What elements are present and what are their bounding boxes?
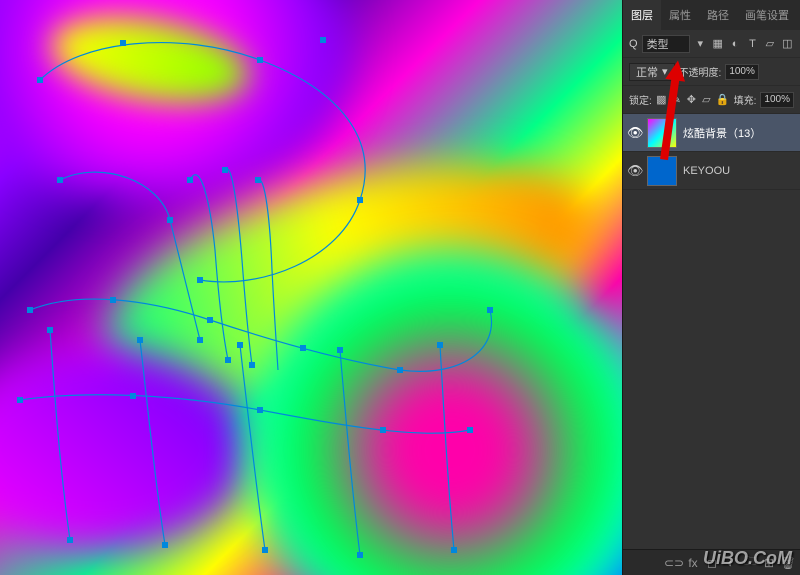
fill-value[interactable]: 100%	[760, 92, 794, 108]
image-filter-icon[interactable]: ▦	[711, 36, 724, 51]
layer-item-2[interactable]: 👁 KEYOOU	[623, 152, 800, 190]
lock-move-icon[interactable]: ✥	[686, 92, 697, 107]
tab-properties[interactable]: 属性	[661, 0, 699, 30]
layer-fx-icon[interactable]: fx	[685, 555, 701, 570]
layer-type-filter[interactable]	[642, 35, 690, 53]
lock-transparent-icon[interactable]: ▩	[656, 92, 667, 107]
tab-layers[interactable]: 图层	[623, 0, 661, 30]
smart-filter-icon[interactable]: ◫	[781, 36, 794, 51]
link-layers-icon[interactable]: ⊂⊃	[666, 555, 682, 570]
shape-filter-icon[interactable]: ▱	[763, 36, 776, 51]
lock-brush-icon[interactable]: ✎	[671, 92, 682, 107]
filter-row: Q ▾ ▦ ◐ T ▱ ◫	[623, 30, 800, 58]
layer-item-1[interactable]: 👁 炫酷背景（13）	[623, 114, 800, 152]
layers-panel: 图层 属性 路径 画笔设置 Q ▾ ▦ ◐ T ▱ ◫ 正常▾ 不透明度: 10…	[622, 0, 800, 575]
tab-brush[interactable]: 画笔设置	[737, 0, 797, 30]
blend-mode-select[interactable]: 正常▾	[629, 63, 675, 81]
opacity-value[interactable]: 100%	[725, 64, 759, 80]
lock-row: 锁定: ▩ ✎ ✥ ▱ 🔒 填充: 100%	[623, 86, 800, 114]
search-prefix: Q	[629, 38, 638, 50]
tab-paths[interactable]: 路径	[699, 0, 737, 30]
fill-label: 填充:	[734, 92, 757, 107]
canvas-area[interactable]	[0, 0, 624, 575]
blend-row: 正常▾ 不透明度: 100%	[623, 58, 800, 86]
type-filter-icon[interactable]: T	[746, 36, 759, 51]
panel-tabs: 图层 属性 路径 画笔设置	[623, 0, 800, 30]
layer-name[interactable]: 炫酷背景（13）	[683, 125, 761, 141]
layer-name[interactable]: KEYOOU	[683, 165, 730, 177]
layer-thumbnail[interactable]	[647, 156, 677, 186]
visibility-toggle-icon[interactable]: 👁	[627, 163, 641, 179]
layer-thumbnail[interactable]	[647, 118, 677, 148]
adjustment-filter-icon[interactable]: ◐	[728, 36, 741, 51]
visibility-toggle-icon[interactable]: 👁	[627, 125, 641, 141]
chevron-down-icon[interactable]: ▾	[694, 36, 707, 51]
lock-all-icon[interactable]: 🔒	[716, 92, 730, 107]
lock-label: 锁定:	[629, 92, 652, 107]
opacity-label: 不透明度:	[679, 64, 722, 79]
watermark-text: UiBO.CoM	[703, 548, 792, 569]
lock-artboard-icon[interactable]: ▱	[701, 92, 712, 107]
layers-list: 👁 炫酷背景（13） 👁 KEYOOU	[623, 114, 800, 549]
